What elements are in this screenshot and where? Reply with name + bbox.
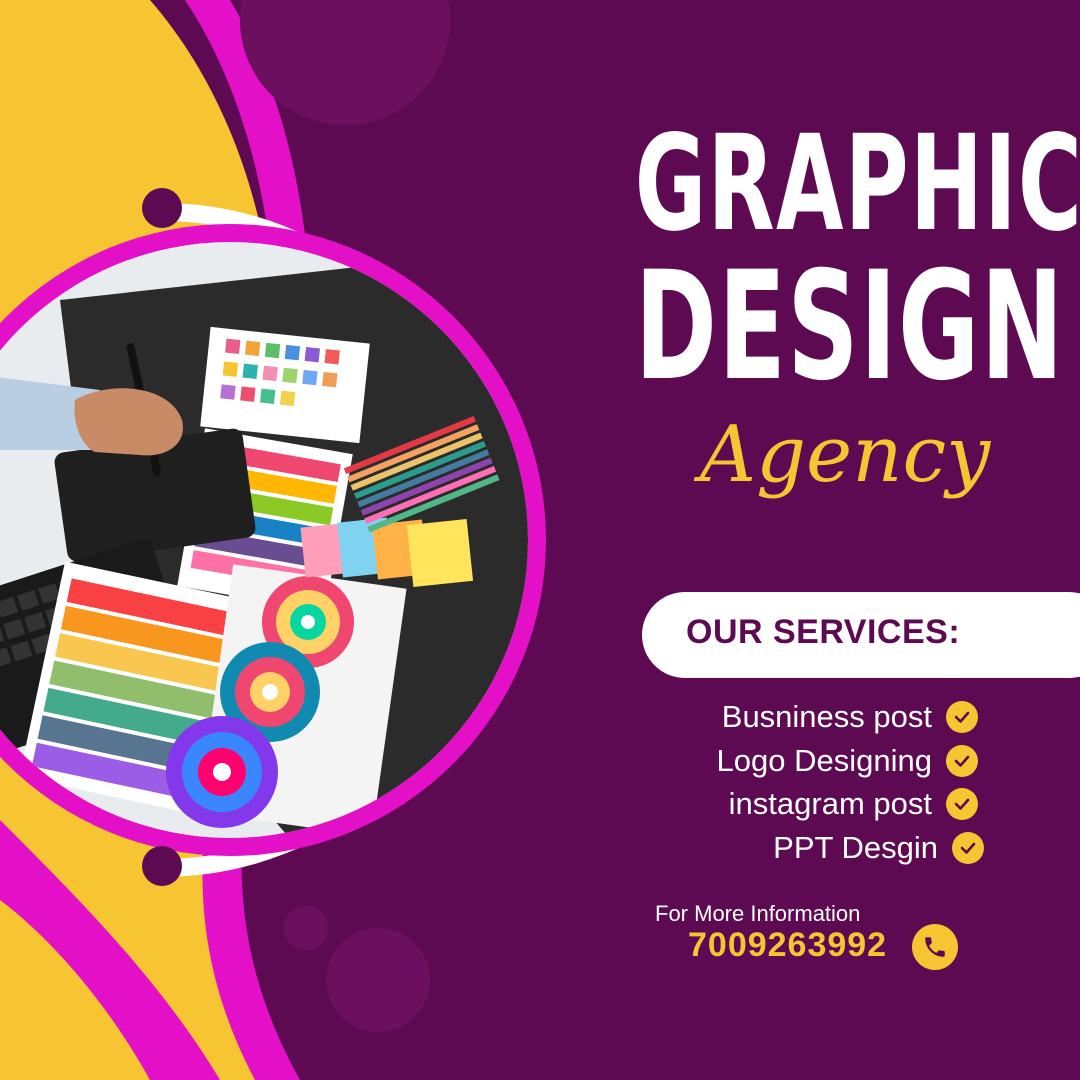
- title-agency: Agency: [699, 410, 991, 500]
- more-info-label: For More Information: [655, 901, 861, 926]
- check-circle-icon: [946, 745, 978, 777]
- service-label: Busniness post: [721, 699, 932, 734]
- decor-circle: [326, 928, 430, 1032]
- title-design: DESIGN: [634, 240, 1065, 414]
- decor-circle: [284, 906, 328, 950]
- services-banner: OUR SERVICES:: [642, 592, 1080, 678]
- check-circle-icon: [946, 701, 978, 733]
- poster: GRAPHIC DESIGN Agency OUR SERVICES: Busn…: [0, 0, 1080, 1080]
- service-item: Busniness post: [722, 697, 978, 737]
- check-circle-icon: [946, 788, 978, 820]
- ring-dot-bottom: [142, 846, 182, 886]
- service-label: instagram post: [728, 786, 932, 821]
- service-item: instagram post: [729, 784, 978, 824]
- ring-dot-top: [142, 188, 182, 228]
- title-graphic: GRAPHIC: [634, 107, 1080, 261]
- phone-icon[interactable]: [912, 924, 958, 970]
- phone-number[interactable]: 7009263992: [688, 926, 887, 965]
- service-label: PPT Desgin: [773, 830, 938, 865]
- services-heading: OUR SERVICES:: [686, 613, 961, 651]
- check-circle-icon: [952, 832, 984, 864]
- service-item: Logo Designing: [717, 741, 978, 781]
- service-label: Logo Designing: [716, 743, 932, 778]
- service-item: PPT Desgin: [773, 828, 984, 868]
